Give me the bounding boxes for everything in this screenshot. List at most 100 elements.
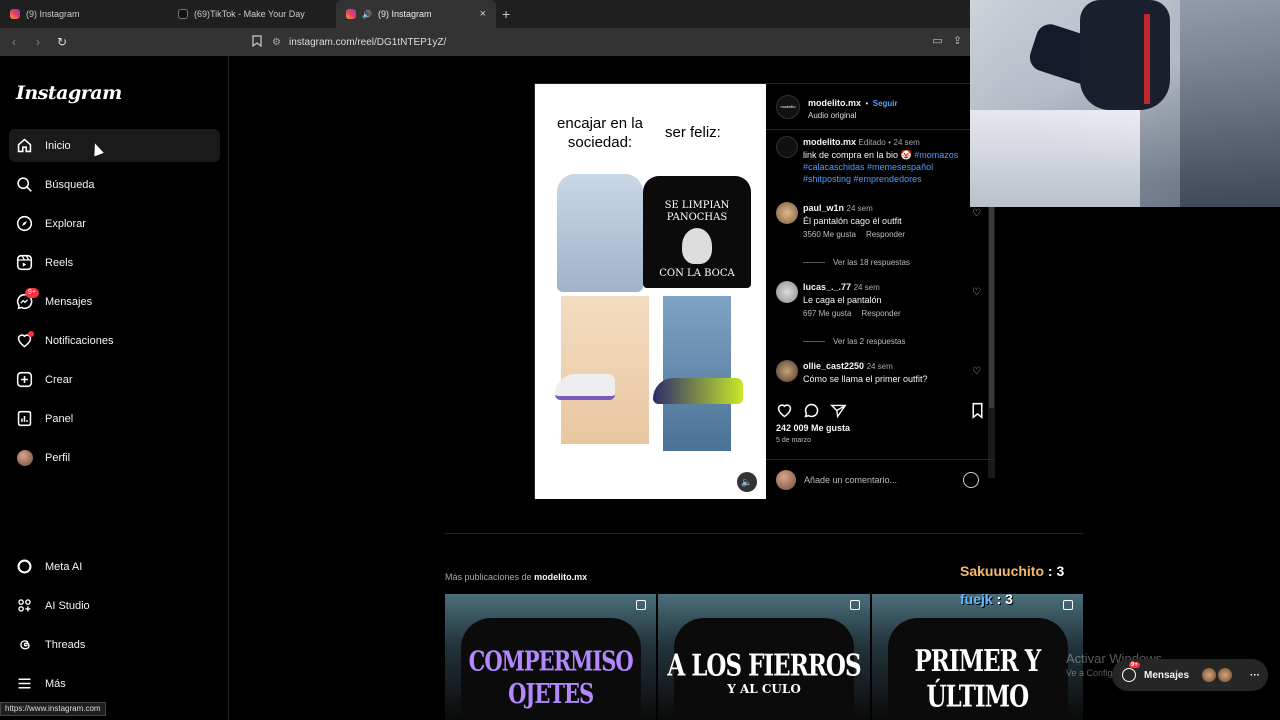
post-sidebar: modelito modelito.mx • Seguir Audio orig… — [766, 84, 995, 499]
browser-tab[interactable]: (69)TikTok - Make Your Day — [168, 0, 336, 28]
comment-username[interactable]: ollie_cast2250 — [803, 361, 864, 371]
emoji-icon[interactable] — [963, 471, 979, 488]
notification-badge: 9+ — [1129, 662, 1140, 668]
more-posts-user[interactable]: modelito.mx — [534, 572, 587, 582]
tab-title: (9) Instagram — [26, 9, 80, 19]
more-posts-label: Más publicaciones de modelito.mx — [445, 572, 587, 582]
sidebar-item-reels[interactable]: Reels — [9, 246, 220, 279]
sidebar-item-crear[interactable]: Crear — [9, 363, 220, 396]
like-comment-icon[interactable]: ♡ — [972, 288, 982, 298]
post-date: 5 de marzo — [776, 437, 812, 444]
view-replies[interactable]: Ver las 2 respuestas — [803, 337, 905, 346]
like-icon[interactable] — [776, 402, 793, 419]
sidebar-item-threads[interactable]: Threads — [9, 628, 220, 661]
menu-icon — [16, 675, 33, 692]
sidebar-item-label: Crear — [45, 373, 73, 386]
sidebar-item-label: Mensajes — [45, 295, 93, 308]
meme-caption-right: ser feliz: — [665, 124, 721, 141]
heart-icon — [16, 331, 34, 349]
reply-button[interactable]: Responder — [861, 309, 900, 318]
avatar[interactable] — [776, 360, 798, 382]
like-comment-icon[interactable]: ♡ — [972, 367, 982, 377]
green-sneaker-image — [653, 378, 743, 404]
thumbnail-text: PRIMER Y ÚLTIMO — [914, 643, 1041, 715]
sidebar-item-label: Inicio — [45, 139, 71, 152]
messages-label: Mensajes — [1144, 669, 1190, 681]
like-comment-icon[interactable]: ♡ — [972, 209, 982, 219]
comment-box[interactable]: Añade un comentario... — [766, 459, 995, 499]
sidebar-item-notificaciones[interactable]: Notificaciones — [9, 324, 220, 357]
cast-icon[interactable]: ▭ — [932, 34, 942, 47]
address-bar[interactable]: ⚙ instagram.com/reel/DG1tNTEP1yZ/ — [272, 37, 446, 48]
close-tab-icon[interactable]: × — [480, 8, 486, 20]
browser-tabbar: (9) Instagram (69)TikTok - Make Your Day… — [0, 0, 970, 28]
avatar[interactable]: modelito — [776, 94, 800, 119]
caption-username[interactable]: modelito.mx — [803, 137, 856, 147]
view-replies[interactable]: Ver las 18 respuestas — [803, 258, 910, 267]
share-icon[interactable] — [830, 402, 847, 419]
comment-likes[interactable]: 697 Me gusta — [803, 309, 851, 318]
avatar[interactable] — [776, 136, 798, 158]
reel-icon — [636, 600, 647, 610]
reel-icon — [1062, 600, 1073, 610]
sidebar-item-label: Reels — [45, 256, 74, 269]
avatar[interactable] — [776, 202, 798, 224]
bookmark-star-icon[interactable] — [252, 34, 262, 50]
browser-tab-active[interactable]: 🔊 (9) Instagram × — [336, 0, 496, 28]
volume-icon[interactable]: 🔈 — [737, 472, 757, 492]
new-tab-button[interactable]: + — [496, 6, 510, 22]
instagram-icon — [346, 9, 356, 19]
post-thumbnail[interactable]: A LOS FIERROS Y AL CULO — [658, 594, 870, 720]
messenger-icon: 9+ — [1122, 662, 1140, 682]
forward-icon[interactable]: › — [28, 35, 48, 49]
avatar[interactable] — [776, 281, 798, 303]
reply-button[interactable]: Responder — [866, 230, 905, 239]
sidebar-item-mas[interactable]: Más — [9, 667, 220, 700]
site-settings-icon[interactable]: ⚙ — [272, 37, 281, 48]
more-icon[interactable]: ··· — [1250, 670, 1260, 681]
sidebar-item-panel[interactable]: Panel — [9, 402, 220, 435]
speaker-icon[interactable]: 🔊 — [362, 10, 372, 19]
messages-pill[interactable]: 9+ Mensajes ··· — [1112, 659, 1268, 691]
comment-username[interactable]: paul_w1n — [803, 203, 844, 213]
chat-message: : 3 — [996, 591, 1013, 607]
comments-scrollbar[interactable] — [988, 178, 995, 478]
sidebar-item-inicio[interactable]: Inicio — [9, 129, 220, 162]
sidebar-item-busqueda[interactable]: Búsqueda — [9, 168, 220, 201]
caption-text: link de compra en la bio 🤡 — [803, 150, 912, 160]
notification-badge: 9+ — [25, 288, 39, 298]
meta-ai-icon — [16, 558, 33, 575]
beige-pants-image — [561, 296, 649, 444]
comment-username[interactable]: lucas_._.77 — [803, 282, 851, 292]
sidebar-item-label: Notificaciones — [45, 334, 114, 347]
sidebar-item-ai-studio[interactable]: AI Studio — [9, 589, 220, 622]
post-thumbnail[interactable]: PRIMER Y ÚLTIMO — [871, 594, 1083, 720]
home-icon — [16, 137, 33, 154]
comment-input[interactable]: Añade un comentario... — [804, 475, 897, 485]
sidebar-item-label: Panel — [45, 412, 74, 425]
follow-button[interactable]: Seguir — [873, 99, 898, 108]
post-thumbnail[interactable]: COMPERMISO OJETES — [445, 594, 657, 720]
comment-likes[interactable]: 3560 Me gusta — [803, 230, 856, 239]
comment-icon[interactable] — [803, 402, 820, 419]
chat-username: fuejk — [960, 591, 993, 607]
threads-icon — [16, 636, 33, 653]
comments-list[interactable]: modelito.mx Editado • 24 sem link de com… — [766, 134, 988, 389]
browser-tab[interactable]: (9) Instagram — [0, 0, 168, 28]
comment-text: Le caga el pantalón — [803, 295, 882, 305]
sidebar-item-perfil[interactable]: Perfil — [9, 441, 220, 474]
author-username[interactable]: modelito.mx — [808, 98, 861, 108]
audio-label[interactable]: Audio original — [808, 111, 898, 120]
sidebar-item-explorar[interactable]: Explorar — [9, 207, 220, 240]
bookmark-icon[interactable] — [969, 402, 986, 419]
sidebar-item-mensajes[interactable]: 9+ Mensajes — [9, 285, 220, 318]
chat-username: Sakuuuchito — [960, 563, 1045, 579]
likes-count[interactable]: 242 009 Me gusta — [776, 423, 850, 433]
sidebar-item-meta-ai[interactable]: Meta AI — [9, 550, 220, 583]
post-media[interactable]: encajar en la sociedad: ser feliz: SE LI… — [535, 84, 766, 499]
instagram-logo[interactable]: Instagram — [16, 82, 122, 104]
back-icon[interactable]: ‹ — [4, 35, 24, 49]
share-icon[interactable]: ⇪ — [953, 34, 962, 47]
reload-icon[interactable]: ↻ — [52, 35, 72, 49]
thumbnail-text: COMPERMISO OJETES — [468, 644, 634, 710]
